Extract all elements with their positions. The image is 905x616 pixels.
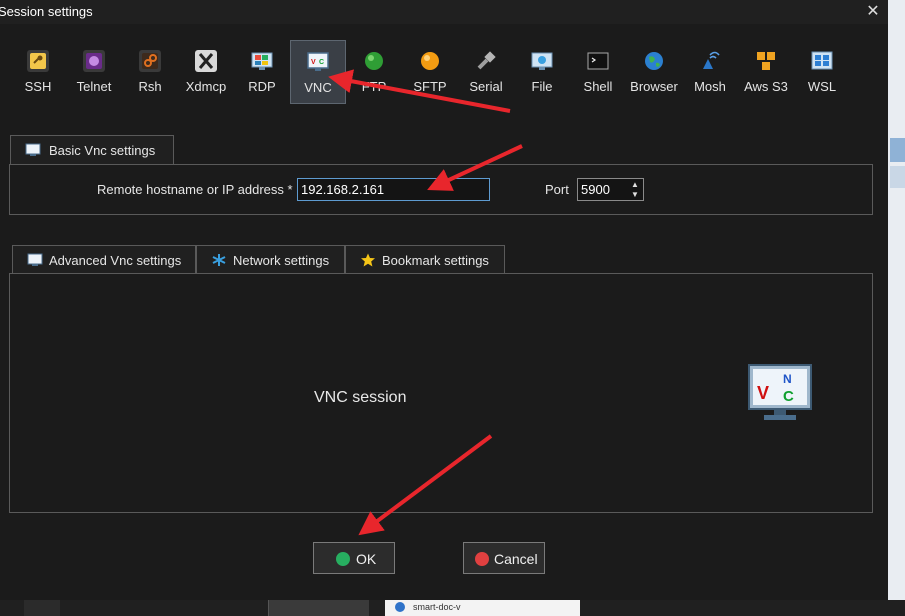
background-app-icon <box>890 166 905 188</box>
session-type-label: Telnet <box>76 79 112 94</box>
ok-button[interactable]: OK <box>313 542 395 574</box>
key-icon <box>27 50 49 72</box>
port-stepper[interactable]: ▲ ▼ <box>577 178 644 201</box>
session-type-aws-s3[interactable]: Aws S3 <box>738 40 794 104</box>
svg-text:V: V <box>311 59 316 66</box>
wsl-icon <box>811 50 833 72</box>
session-type-ssh[interactable]: SSH <box>10 40 66 104</box>
session-type-telnet[interactable]: Telnet <box>66 40 122 104</box>
hostname-label: Remote hostname or IP address * <box>97 182 293 197</box>
monitor-letter-v: V <box>757 383 769 403</box>
mosh-icon <box>699 50 721 72</box>
session-type-shell[interactable]: Shell <box>570 40 626 104</box>
serial-icon <box>475 50 497 72</box>
tab-basic-vnc-settings[interactable]: Basic Vnc settings <box>10 135 174 165</box>
vnc-icon <box>27 253 43 266</box>
session-type-xdmcp[interactable]: Xdmcp <box>178 40 234 104</box>
check-icon <box>336 552 350 566</box>
svg-text:C: C <box>319 59 324 66</box>
session-settings-dialog: Session settings ✕ SSH Telnet Rsh Xdmcp … <box>0 0 888 600</box>
aws-s3-icon <box>755 50 777 72</box>
session-type-label: Rsh <box>138 79 162 94</box>
port-input[interactable] <box>578 179 626 200</box>
cancel-button[interactable]: Cancel <box>463 542 545 574</box>
port-label: Port <box>545 182 569 197</box>
session-type-caption: VNC session <box>314 389 407 406</box>
rsh-icon <box>139 50 161 72</box>
sftp-icon <box>419 50 441 72</box>
session-type-vnc[interactable]: VC VNC <box>290 40 346 104</box>
telnet-icon <box>83 50 105 72</box>
title-bar: Session settings ✕ <box>0 0 888 24</box>
background-panel <box>268 600 369 616</box>
shell-icon <box>587 50 609 72</box>
session-type-label: FTP <box>361 79 387 94</box>
session-type-label: Xdmcp <box>185 79 227 94</box>
cancel-icon <box>475 552 489 566</box>
star-icon <box>361 253 375 267</box>
session-type-label: Mosh <box>694 79 726 94</box>
session-type-label: Serial <box>469 79 503 94</box>
vnc-icon: VC <box>307 51 329 73</box>
background-tab-label: smart-doc-v <box>413 602 461 612</box>
tab-label: Basic Vnc settings <box>49 143 156 158</box>
browser-icon <box>643 50 665 72</box>
close-icon[interactable]: ✕ <box>864 3 882 21</box>
rdp-icon <box>251 50 273 72</box>
tab-label: Advanced Vnc settings <box>49 253 182 268</box>
session-type-serial[interactable]: Serial <box>458 40 514 104</box>
session-type-label: RDP <box>248 79 276 94</box>
file-icon <box>531 50 553 72</box>
background-panel <box>24 600 60 616</box>
cancel-label: Cancel <box>494 551 538 567</box>
tab-bookmark-settings[interactable]: Bookmark settings <box>345 245 505 275</box>
session-type-browser[interactable]: Browser <box>626 40 682 104</box>
network-icon <box>212 254 226 266</box>
browser-tab-icon <box>395 602 405 612</box>
session-type-rsh[interactable]: Rsh <box>122 40 178 104</box>
session-type-label: Browser <box>630 79 678 94</box>
tab-label: Network settings <box>233 253 330 268</box>
vnc-monitor-icon: V N C <box>748 364 812 420</box>
monitor-letter-c: C <box>783 388 794 405</box>
background-taskbar: smart-doc-v <box>0 600 905 616</box>
session-type-mosh[interactable]: Mosh <box>682 40 738 104</box>
ftp-icon <box>363 50 385 72</box>
session-type-label: Aws S3 <box>744 79 788 94</box>
xdmcp-icon <box>195 50 217 72</box>
session-type-file[interactable]: File <box>514 40 570 104</box>
monitor-letter-n: N <box>783 372 792 386</box>
tab-advanced-vnc-settings[interactable]: Advanced Vnc settings <box>12 245 196 275</box>
hostname-input[interactable] <box>297 178 490 201</box>
spin-up-icon[interactable]: ▲ <box>629 180 641 190</box>
tab-label: Bookmark settings <box>382 253 489 268</box>
session-type-rdp[interactable]: RDP <box>234 40 290 104</box>
background-app <box>888 0 905 616</box>
tab-network-settings[interactable]: Network settings <box>196 245 345 275</box>
session-type-wsl[interactable]: WSL <box>794 40 850 104</box>
session-type-label: SSH <box>24 79 52 94</box>
session-type-sftp[interactable]: SFTP <box>402 40 458 104</box>
advanced-settings-panel <box>9 273 873 513</box>
background-tab: smart-doc-v <box>385 600 580 616</box>
session-type-ftp[interactable]: FTP <box>346 40 402 104</box>
vnc-icon <box>25 143 41 156</box>
ok-label: OK <box>356 551 377 567</box>
window-title: Session settings <box>0 4 93 19</box>
session-type-label: VNC <box>304 80 332 95</box>
session-type-label: Shell <box>583 79 613 94</box>
session-type-label: SFTP <box>413 79 447 94</box>
background-app-icon <box>890 138 905 162</box>
session-type-label: WSL <box>807 79 837 94</box>
spin-down-icon[interactable]: ▼ <box>629 190 641 200</box>
session-type-label: File <box>531 79 553 94</box>
